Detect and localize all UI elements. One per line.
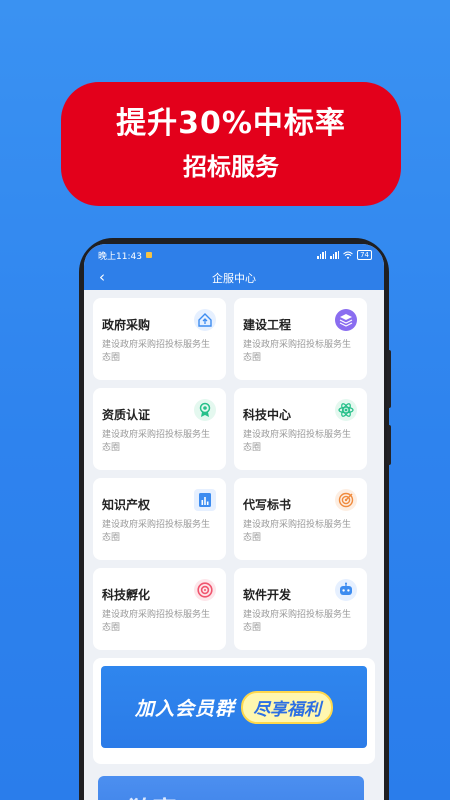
signal-icon-2 [330, 251, 340, 259]
banner-subtitle: 招标服务 [183, 153, 279, 181]
notification-icon [145, 252, 152, 258]
promo-banner: 提升30%中标率 招标服务 [61, 82, 401, 206]
service-card-desc: 建设政府采购招投标服务生态圈 [102, 610, 211, 633]
status-time: 晚上11:43 [98, 251, 142, 262]
service-card-desc: 建设政府采购招投标服务生态圈 [243, 340, 352, 363]
service-content: 政府采购 建设政府采购招投标服务生态圈 建设工程 建设政府采购招投标服务生态圈 … [84, 290, 384, 764]
join-member-banner[interactable]: 加入会员群 尽享福利 [101, 666, 367, 748]
robot-icon [335, 579, 357, 601]
service-card-desc: 建设政府采购招投标服务生态圈 [102, 520, 211, 543]
service-card-incubation[interactable]: 科技孵化 建设政府采购招投标服务生态圈 [93, 568, 226, 650]
service-card-desc: 建设政府采购招投标服务生态圈 [243, 520, 352, 543]
target-icon [335, 489, 357, 511]
service-card-software[interactable]: 软件开发 建设政府采购招投标服务生态圈 [234, 568, 367, 650]
medal-icon [194, 399, 216, 421]
signal-icon [317, 251, 327, 259]
service-card-ip[interactable]: 知识产权 建设政府采购招投标服务生态圈 [93, 478, 226, 560]
back-button[interactable]: ‹ [92, 268, 112, 288]
home-upload-icon [194, 309, 216, 331]
service-card-government-procurement[interactable]: 政府采购 建设政府采购招投标服务生态圈 [93, 298, 226, 380]
app-header: 晚上11:43 74 ‹ 企服中心 [84, 244, 384, 290]
page-title: 企服中心 [212, 272, 256, 285]
service-card-construction[interactable]: 建设工程 建设政府采购招投标服务生态圈 [234, 298, 367, 380]
service-card-qualification[interactable]: 资质认证 建设政府采购招投标服务生态圈 [93, 388, 226, 470]
banner-title: 提升30%中标率 [116, 106, 346, 141]
service-grid: 政府采购 建设政府采购招投标服务生态圈 建设工程 建设政府采购招投标服务生态圈 … [93, 298, 375, 650]
battery-icon: 74 [357, 250, 372, 260]
promo-main-text: 加入会员群 [134, 697, 235, 720]
promo-pill: 尽享福利 [241, 690, 333, 724]
service-card-desc: 建设政府采购招投标服务生态圈 [243, 610, 352, 633]
atom-icon [335, 399, 357, 421]
document-chart-icon [194, 489, 216, 511]
service-card-desc: 建设政府采购招投标服务生态圈 [102, 340, 211, 363]
disc-icon [194, 579, 216, 601]
wifi-icon [343, 251, 353, 259]
service-card-bid-writing[interactable]: 代写标书 建设政府采购招投标服务生态圈 [234, 478, 367, 560]
nav-row: ‹ 企服中心 [84, 266, 384, 290]
power-button [387, 425, 391, 465]
volume-button [387, 350, 391, 408]
service-card-tech-center[interactable]: 科技中心 建设政府采购招投标服务生态圈 [234, 388, 367, 470]
vip-card[interactable]: 独享VIP [98, 776, 364, 800]
service-card-desc: 建设政府采购招投标服务生态圈 [243, 430, 352, 453]
status-bar: 晚上11:43 74 [84, 244, 384, 266]
promo-section: 加入会员群 尽享福利 [93, 658, 375, 764]
phone-screen: 晚上11:43 74 ‹ 企服中心 政府采购 建设政府采购招投标服务生态圈 建设… [84, 244, 384, 800]
service-card-desc: 建设政府采购招投标服务生态圈 [102, 430, 211, 453]
layers-icon [335, 309, 357, 331]
